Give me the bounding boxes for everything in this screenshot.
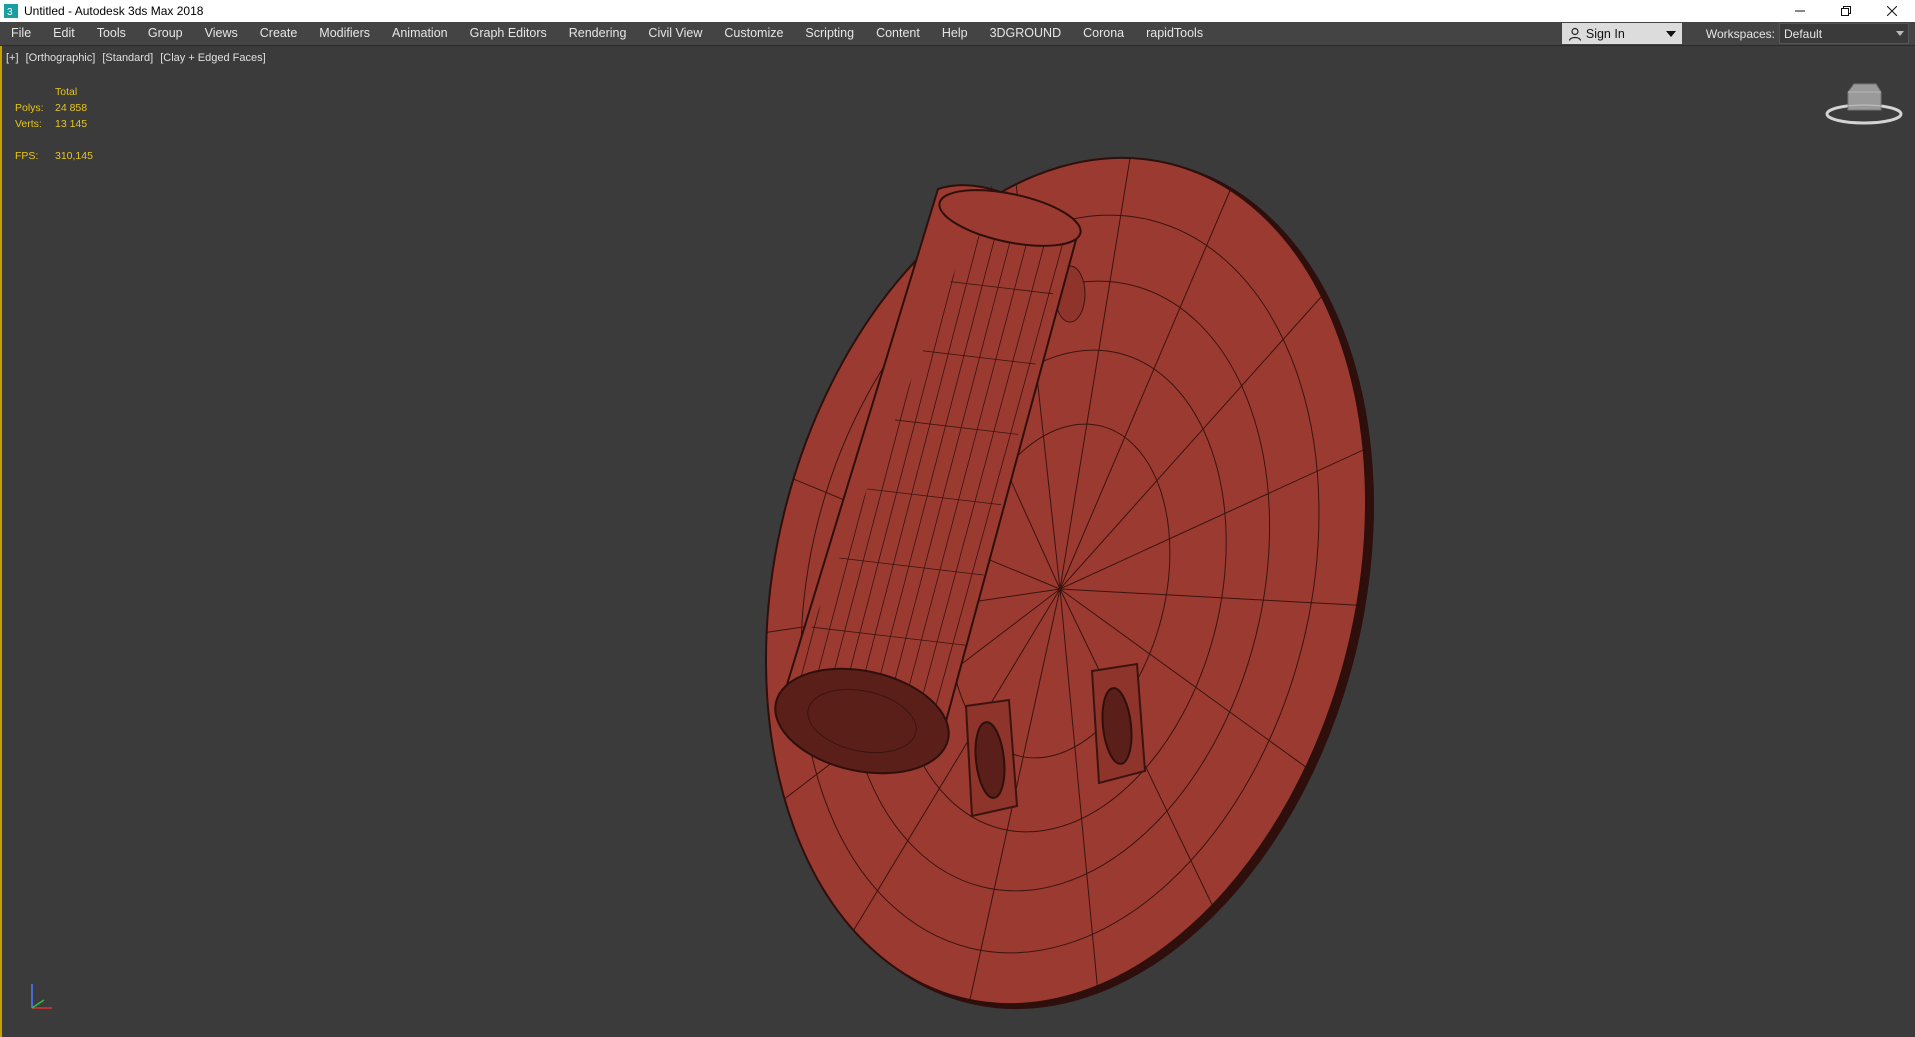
viewport-shading-standard[interactable]: [Standard] — [102, 52, 153, 64]
close-icon — [1887, 6, 1897, 16]
menu-file[interactable]: File — [0, 22, 42, 45]
app-3dsmax-icon: 3 — [4, 4, 18, 18]
polys-value: 24 858 — [55, 102, 88, 114]
fps-label: FPS: — [15, 150, 39, 162]
axis-tripod-icon — [31, 984, 52, 1009]
menu-rapidtools[interactable]: rapidTools — [1135, 22, 1214, 45]
window-title: Untitled - Autodesk 3ds Max 2018 — [24, 4, 204, 18]
sign-in-button[interactable]: Sign In — [1561, 23, 1682, 44]
workspaces-label: Workspaces: — [1705, 26, 1775, 41]
chevron-down-icon — [1665, 31, 1676, 37]
restore-icon — [1841, 6, 1851, 16]
menu-graph-editors[interactable]: Graph Editors — [459, 22, 558, 45]
title-bar: 3 Untitled - Autodesk 3ds Max 2018 — [0, 0, 1915, 22]
menu-create[interactable]: Create — [249, 22, 309, 45]
menu-group[interactable]: Group — [137, 22, 194, 45]
viewport-model[interactable] — [2, 46, 1915, 1037]
menu-tools[interactable]: Tools — [86, 22, 137, 45]
workspaces-select[interactable]: Default — [1779, 23, 1909, 44]
stats-header: Total — [55, 86, 78, 98]
polys-label: Polys: — [15, 102, 44, 114]
menu-civil-view[interactable]: Civil View — [637, 22, 713, 45]
minimize-button[interactable] — [1777, 0, 1823, 22]
close-button[interactable] — [1869, 0, 1915, 22]
menu-customize[interactable]: Customize — [713, 22, 794, 45]
menu-3dground[interactable]: 3DGROUND — [979, 22, 1073, 45]
minimize-icon — [1795, 10, 1805, 12]
user-icon — [1568, 27, 1581, 41]
menu-modifiers[interactable]: Modifiers — [308, 22, 381, 45]
chevron-down-icon — [1896, 31, 1904, 36]
menu-bar: File Edit Tools Group Views Create Modif… — [0, 22, 1915, 46]
restore-button[interactable] — [1823, 0, 1869, 22]
viewport-shading-mode[interactable]: [Clay + Edged Faces] — [160, 52, 265, 64]
viewport-view-label[interactable]: [Orthographic] — [26, 52, 96, 64]
mounting-slot-right — [1090, 662, 1147, 785]
menu-views[interactable]: Views — [194, 22, 249, 45]
verts-label: Verts: — [15, 118, 42, 130]
fps-value: 310,145 — [55, 150, 93, 162]
menu-help[interactable]: Help — [931, 22, 979, 45]
workspaces-value: Default — [1784, 27, 1823, 41]
viewport-perspective[interactable]: [+] [Orthographic] [Standard] [Clay + Ed… — [0, 46, 1915, 1037]
sign-in-label: Sign In — [1585, 26, 1625, 41]
menu-rendering[interactable]: Rendering — [558, 22, 638, 45]
viewport-menu-plus[interactable]: [+] — [6, 52, 19, 64]
verts-value: 13 145 — [55, 118, 88, 130]
svg-text:3: 3 — [7, 7, 13, 18]
statistics-overlay: Total Polys: 24 858 Verts: 13 145 FPS: 310,… — [15, 84, 93, 164]
menu-scripting[interactable]: Scripting — [794, 22, 865, 45]
menu-animation[interactable]: Animation — [381, 22, 459, 45]
viewport-label-bar: [+] [Orthographic] [Standard] [Clay + Ed… — [6, 52, 270, 64]
menu-edit[interactable]: Edit — [42, 22, 86, 45]
viewcube-icon[interactable] — [1824, 76, 1904, 126]
menu-corona[interactable]: Corona — [1072, 22, 1135, 45]
mounting-slot-left — [964, 698, 1019, 818]
menu-content[interactable]: Content — [865, 22, 931, 45]
